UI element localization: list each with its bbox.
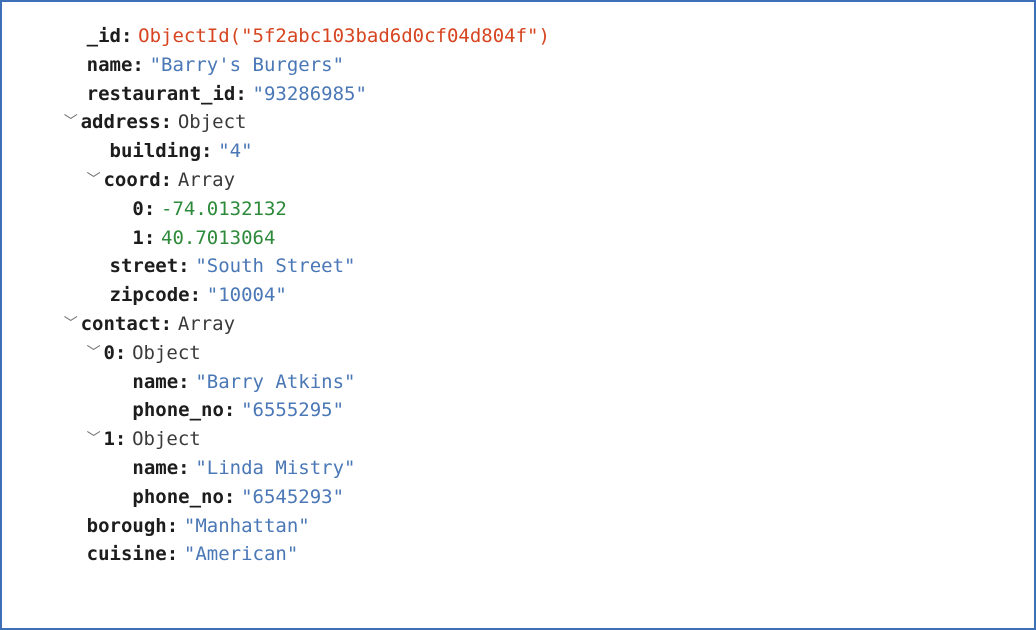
- key-name: name: [87, 51, 133, 80]
- value-borough: "Manhattan": [184, 512, 310, 541]
- key-zipcode: zipcode: [110, 281, 190, 310]
- document-tree: _id:ObjectId("5f2abc103bad6d0cf04d804f")…: [0, 0, 1036, 630]
- value-id: ObjectId("5f2abc103bad6d0cf04d804f"): [138, 22, 550, 51]
- value-contact-0-name: "Barry Atkins": [195, 368, 355, 397]
- key-contact-1-name: name: [132, 454, 178, 483]
- key-contact-1-phone: phone_no: [132, 483, 224, 512]
- value-coord-1: 40.7013064: [161, 224, 275, 253]
- field-name: name:"Barry's Burgers": [18, 51, 1018, 80]
- field-contact-1-name: name:"Linda Mistry": [18, 454, 1018, 483]
- key-coord-1: 1: [132, 224, 143, 253]
- key-restaurant-id: restaurant_id: [87, 80, 236, 109]
- field-restaurant-id: restaurant_id:"93286985": [18, 80, 1018, 109]
- key-street: street: [110, 252, 179, 281]
- field-contact-1-phone: phone_no:"6545293": [18, 483, 1018, 512]
- value-contact-0-type: Object: [132, 339, 201, 368]
- field-address[interactable]: ﹀address:Object: [18, 108, 1018, 137]
- chevron-down-icon[interactable]: ﹀: [87, 425, 104, 454]
- field-address-building: building:"4": [18, 137, 1018, 166]
- key-coord: coord: [103, 166, 160, 195]
- value-name: "Barry's Burgers": [150, 51, 344, 80]
- key-borough: borough: [87, 512, 167, 541]
- value-contact-1-type: Object: [132, 425, 201, 454]
- field-coord-0: 0:-74.0132132: [18, 195, 1018, 224]
- field-address-street: street:"South Street": [18, 252, 1018, 281]
- field-contact[interactable]: ﹀contact:Array: [18, 310, 1018, 339]
- field-coord-1: 1:40.7013064: [18, 224, 1018, 253]
- value-building: "4": [218, 137, 252, 166]
- value-cuisine: "American": [184, 540, 298, 569]
- value-coord-0: -74.0132132: [161, 195, 287, 224]
- value-contact-type: Array: [178, 310, 235, 339]
- chevron-down-icon[interactable]: ﹀: [87, 166, 104, 195]
- key-id: _id: [87, 22, 121, 51]
- field-borough: borough:"Manhattan": [18, 512, 1018, 541]
- key-contact-0: 0: [103, 339, 114, 368]
- chevron-down-icon[interactable]: ﹀: [64, 310, 81, 339]
- key-cuisine: cuisine: [87, 540, 167, 569]
- key-contact-1: 1: [103, 425, 114, 454]
- value-address-type: Object: [178, 108, 247, 137]
- field-address-zipcode: zipcode:"10004": [18, 281, 1018, 310]
- key-coord-0: 0: [132, 195, 143, 224]
- chevron-down-icon[interactable]: ﹀: [87, 339, 104, 368]
- field-contact-0-phone: phone_no:"6555295": [18, 396, 1018, 425]
- key-contact-0-name: name: [132, 368, 178, 397]
- value-restaurant-id: "93286985": [253, 80, 367, 109]
- field-cuisine: cuisine:"American": [18, 540, 1018, 569]
- value-zipcode: "10004": [207, 281, 287, 310]
- field-contact-0[interactable]: ﹀0:Object: [18, 339, 1018, 368]
- value-contact-1-phone: "6545293": [241, 483, 344, 512]
- value-street: "South Street": [195, 252, 355, 281]
- value-contact-0-phone: "6555295": [241, 396, 344, 425]
- field-address-coord[interactable]: ﹀coord:Array: [18, 166, 1018, 195]
- field-contact-0-name: name:"Barry Atkins": [18, 368, 1018, 397]
- field-contact-1[interactable]: ﹀1:Object: [18, 425, 1018, 454]
- key-contact: contact: [81, 310, 161, 339]
- chevron-down-icon[interactable]: ﹀: [64, 108, 81, 137]
- field-id: _id:ObjectId("5f2abc103bad6d0cf04d804f"): [18, 22, 1018, 51]
- value-coord-type: Array: [178, 166, 235, 195]
- value-contact-1-name: "Linda Mistry": [195, 454, 355, 483]
- key-address: address: [81, 108, 161, 137]
- key-building: building: [110, 137, 202, 166]
- key-contact-0-phone: phone_no: [132, 396, 224, 425]
